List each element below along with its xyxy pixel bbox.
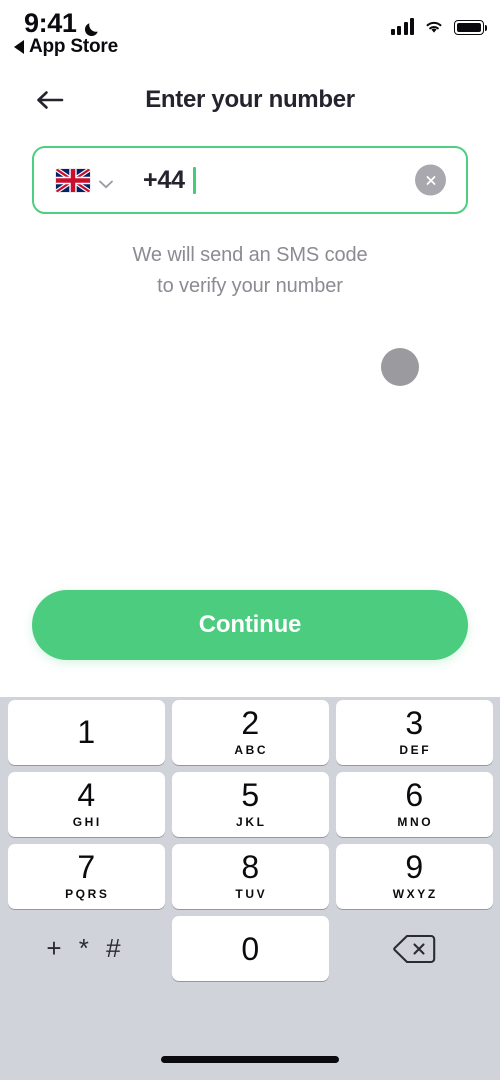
keypad-key-9[interactable]: 9 WXYZ — [335, 844, 493, 909]
key-digit: 2 — [241, 704, 259, 741]
status-bar-time-group: 9:41 — [24, 8, 102, 39]
key-digit: 6 — [405, 776, 423, 813]
key-letters: MNO — [397, 814, 434, 829]
wifi-icon — [423, 18, 445, 35]
key-digit: 9 — [405, 848, 423, 885]
moon-icon — [82, 15, 102, 36]
backspace-icon — [392, 933, 436, 965]
phone-screen: 9:41 App Store Enter your number +44 We … — [0, 0, 500, 1080]
symbols-label: + * # — [46, 933, 126, 963]
triangle-left-icon — [14, 40, 24, 54]
dial-code-text: +44 — [143, 165, 185, 194]
home-indicator — [161, 1056, 339, 1063]
close-icon — [426, 175, 435, 185]
back-app-label: App Store — [29, 36, 118, 57]
keypad-key-0[interactable]: 0 — [171, 916, 329, 981]
key-digit: 8 — [241, 848, 259, 885]
helper-text: We will send an SMS code to verify your … — [0, 240, 500, 302]
key-digit: 5 — [241, 776, 259, 813]
keypad-key-8[interactable]: 8 TUV — [171, 844, 329, 909]
key-digit: 4 — [77, 776, 95, 813]
keypad-key-7[interactable]: 7 PQRS — [7, 844, 165, 909]
keypad-key-symbols[interactable]: + * # — [8, 916, 165, 981]
key-digit: 1 — [77, 713, 95, 750]
text-cursor — [192, 166, 196, 194]
keypad-key-backspace[interactable] — [336, 916, 493, 981]
helper-text-line-1: We will send an SMS code — [132, 244, 368, 266]
flag-uk-icon — [56, 168, 90, 192]
phone-number-field[interactable]: +44 — [32, 146, 468, 214]
key-digit: 0 — [241, 930, 259, 967]
keypad-row: 1 2 ABC 3 DEF — [0, 700, 500, 765]
keypad-row: 7 PQRS 8 TUV 9 WXYZ — [0, 844, 500, 909]
back-to-app-store[interactable]: App Store — [14, 36, 118, 58]
key-letters: WXYZ — [392, 886, 438, 901]
key-letters: DEF — [399, 742, 432, 757]
key-letters: GHI — [72, 814, 102, 829]
status-bar-indicators — [390, 18, 488, 35]
keypad-key-6[interactable]: 6 MNO — [335, 772, 493, 837]
touch-point-indicator — [381, 348, 419, 386]
key-letters: JKL — [236, 814, 267, 829]
key-digit: 7 — [77, 848, 95, 885]
continue-button[interactable]: Continue — [32, 590, 468, 660]
keypad-key-5[interactable]: 5 JKL — [171, 772, 329, 837]
helper-text-line-2: to verify your number — [157, 275, 343, 297]
keypad-key-2[interactable]: 2 ABC — [171, 700, 329, 765]
key-letters: ABC — [234, 742, 269, 757]
chevron-down-icon — [99, 176, 113, 188]
keypad-key-4[interactable]: 4 GHI — [7, 772, 165, 837]
key-letters: TUV — [235, 886, 268, 901]
numeric-keypad: 1 2 ABC 3 DEF 4 GHI 5 JKL 6 MNO 7 PQRS 8… — [0, 697, 500, 1080]
keypad-row: + * # 0 — [0, 916, 500, 981]
page-title: Enter your number — [145, 86, 355, 113]
key-letters: PQRS — [65, 886, 110, 901]
battery-full-icon — [454, 20, 488, 35]
cellular-signal-icon — [390, 18, 414, 35]
key-digit: 3 — [405, 704, 423, 741]
keypad-row: 4 GHI 5 JKL 6 MNO — [0, 772, 500, 837]
keypad-key-1[interactable]: 1 — [7, 700, 165, 765]
clear-input-button[interactable] — [415, 164, 446, 196]
keypad-key-3[interactable]: 3 DEF — [335, 700, 493, 765]
navigation-bar: Enter your number — [0, 74, 500, 126]
status-bar: 9:41 App Store — [0, 0, 500, 66]
country-code-selector[interactable] — [34, 168, 113, 192]
status-bar-time: 9:41 — [24, 8, 77, 38]
